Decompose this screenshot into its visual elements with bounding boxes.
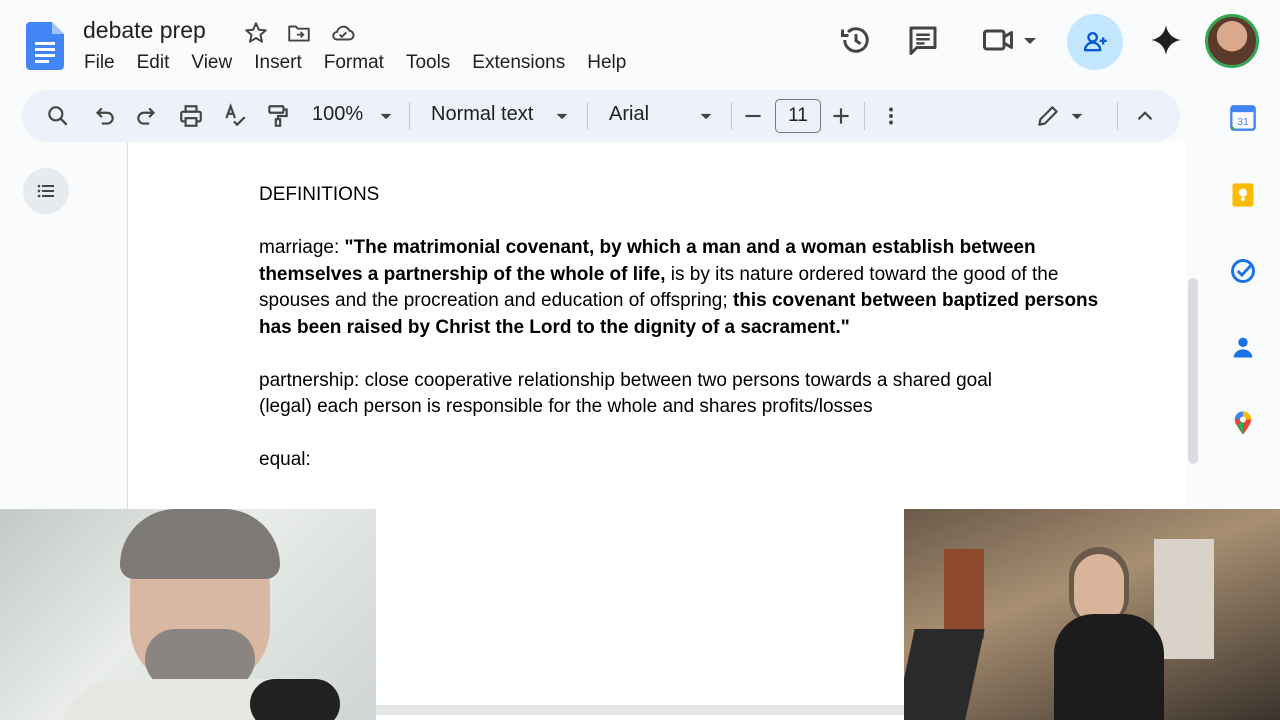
menu-extensions[interactable]: Extensions — [472, 52, 565, 74]
font-dropdown-chevron-icon[interactable] — [693, 103, 719, 129]
share-button[interactable] — [1067, 14, 1123, 70]
paragraph-equal: equal: — [259, 449, 311, 470]
print-icon[interactable] — [178, 103, 204, 129]
formatting-toolbar: 100% Normal text Arial 11 — [22, 90, 1180, 142]
paragraph-partnership-line-2: (legal) each person is responsible for t… — [259, 396, 873, 417]
heading-definitions: DEFINITIONS — [259, 184, 380, 205]
style-dropdown-chevron-icon[interactable] — [549, 103, 575, 129]
search-icon[interactable] — [45, 103, 71, 129]
editing-mode-dropdown-chevron-icon[interactable] — [1064, 103, 1090, 129]
menu-edit[interactable]: Edit — [137, 52, 170, 74]
document-body[interactable]: DEFINITIONS marriage: "The matrimonial c… — [259, 182, 1119, 474]
font-family-select[interactable]: Arial — [609, 103, 649, 126]
menu-tools[interactable]: Tools — [406, 52, 450, 74]
document-page[interactable]: DEFINITIONS marriage: "The matrimonial c… — [127, 142, 1186, 520]
toolbar-divider — [587, 102, 588, 130]
menu-bar: File Edit View Insert Format Tools Exten… — [84, 52, 648, 74]
horizontal-scrollbar[interactable] — [376, 705, 904, 715]
paint-format-icon[interactable] — [265, 103, 291, 129]
paragraph-style-select[interactable]: Normal text — [431, 103, 533, 126]
menu-file[interactable]: File — [84, 52, 115, 74]
term-marriage: marriage: — [259, 237, 345, 258]
decrease-font-size-icon[interactable] — [740, 103, 766, 129]
redo-icon[interactable] — [134, 103, 160, 129]
webcam-video-right — [904, 509, 1280, 720]
zoom-dropdown-chevron-icon[interactable] — [373, 103, 399, 129]
google-docs-logo-icon[interactable] — [26, 22, 66, 70]
undo-icon[interactable] — [91, 103, 117, 129]
editing-mode-pencil-icon[interactable] — [1035, 103, 1061, 129]
gemini-sparkle-icon[interactable] — [1148, 22, 1184, 58]
contacts-icon[interactable] — [1229, 333, 1257, 361]
webcam-video-left — [0, 509, 376, 720]
menu-view[interactable]: View — [191, 52, 232, 74]
toolbar-divider — [864, 102, 865, 130]
collapse-menus-chevron-up-icon[interactable] — [1132, 103, 1158, 129]
vertical-scrollbar[interactable] — [1188, 278, 1198, 464]
more-options-icon[interactable] — [878, 103, 904, 129]
document-page-continued — [376, 509, 904, 720]
keep-notes-icon[interactable] — [1229, 181, 1257, 209]
zoom-select[interactable]: 100% — [312, 103, 363, 126]
svg-text:31: 31 — [1237, 116, 1249, 128]
document-title[interactable]: debate prep — [83, 17, 206, 44]
google-docs-window: debate prep File Edit View Insert Format… — [0, 0, 1280, 720]
meet-dropdown-chevron-icon[interactable] — [1018, 22, 1042, 58]
toolbar-divider — [409, 102, 410, 130]
document-outline-button[interactable] — [23, 168, 69, 214]
font-size-input[interactable]: 11 — [775, 99, 821, 133]
meet-video-icon[interactable] — [980, 22, 1016, 58]
menu-help[interactable]: Help — [587, 52, 626, 74]
header: debate prep File Edit View Insert Format… — [0, 0, 1280, 86]
menu-insert[interactable]: Insert — [254, 52, 302, 74]
version-history-icon[interactable] — [838, 22, 874, 58]
document-area: DEFINITIONS marriage: "The matrimonial c… — [0, 142, 1200, 520]
paragraph-partnership-line-1: partnership: close cooperative relations… — [259, 369, 992, 391]
comments-icon[interactable] — [905, 22, 941, 58]
account-avatar[interactable] — [1205, 14, 1259, 68]
menu-format[interactable]: Format — [324, 52, 384, 74]
cloud-saved-icon[interactable] — [330, 20, 356, 46]
toolbar-divider — [1117, 102, 1118, 130]
outline-list-icon — [37, 184, 54, 198]
tasks-icon[interactable] — [1229, 257, 1257, 285]
increase-font-size-icon[interactable] — [828, 103, 854, 129]
star-icon[interactable] — [243, 20, 269, 46]
maps-icon[interactable] — [1229, 409, 1257, 437]
calendar-icon[interactable]: 31 — [1229, 104, 1257, 132]
move-to-folder-icon[interactable] — [286, 20, 312, 46]
share-person-add-icon — [1083, 31, 1107, 52]
paragraph-marriage: marriage: "The matrimonial covenant, by … — [259, 235, 1119, 341]
side-panel: 31 — [1200, 86, 1280, 506]
toolbar-divider — [731, 102, 732, 130]
spellcheck-icon[interactable] — [222, 103, 248, 129]
